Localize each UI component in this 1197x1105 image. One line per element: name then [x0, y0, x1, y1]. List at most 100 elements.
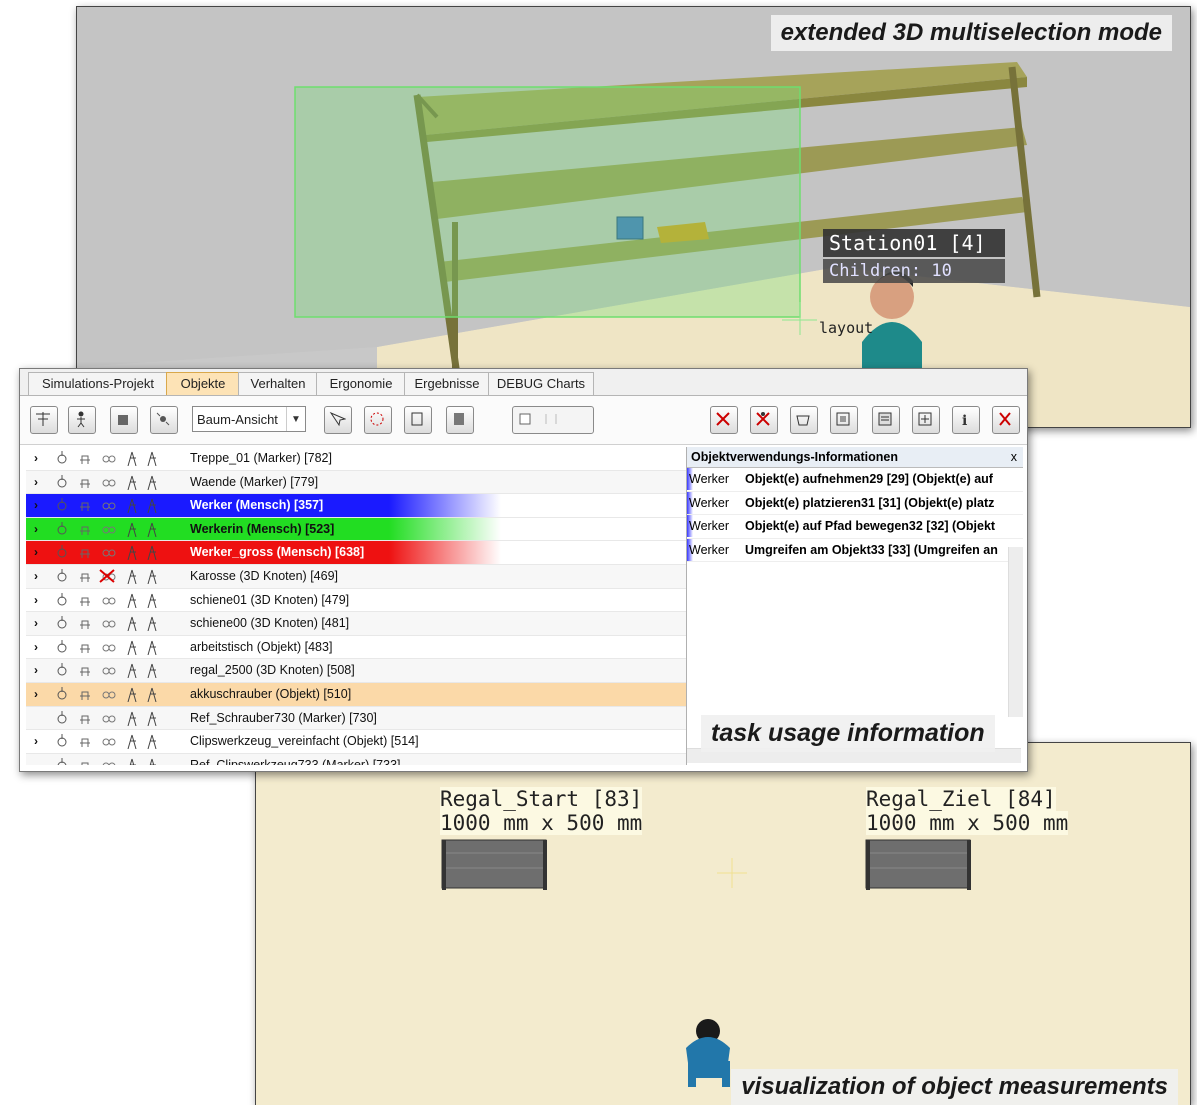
object-panel: Simulations-Projekt Objekte Verhalten Er…: [19, 368, 1028, 772]
add-node-button[interactable]: [150, 406, 178, 434]
expand-arrow-icon[interactable]: ›: [34, 447, 38, 469]
row-status-icons[interactable]: [54, 615, 184, 632]
svg-text:i: i: [962, 413, 967, 428]
task-usage-row[interactable]: Werker Objekt(e) auf Pfad bewegen32 [32] …: [687, 515, 1023, 539]
delete-cross-button[interactable]: [710, 406, 738, 434]
shelf-right-size: 1000 mm x 500 mm: [866, 811, 1069, 835]
document-button[interactable]: [404, 406, 432, 434]
layout-label: layout: [819, 319, 874, 337]
basket-button[interactable]: [790, 406, 818, 434]
row-status-icons[interactable]: [54, 568, 184, 584]
expand-arrow-icon[interactable]: ›: [34, 589, 38, 611]
viewport-3d[interactable]: Station01 [4] Children: 10 layout extend…: [76, 6, 1191, 428]
chevron-down-icon: ▼: [286, 407, 305, 431]
expand-arrow-icon[interactable]: ›: [34, 730, 38, 752]
object-tree[interactable]: › Treppe_01 (Marker) [782] › Waende (Marker…: [26, 447, 686, 765]
row-status-icons[interactable]: [54, 497, 184, 514]
task-usage-worker: Werker: [689, 542, 730, 557]
expand-arrow-icon[interactable]: ›: [34, 612, 38, 634]
row-status-icons[interactable]: [54, 521, 184, 537]
tab-ergonomie[interactable]: Ergonomie: [316, 372, 406, 395]
worker-2d: [686, 1019, 730, 1087]
tree-row[interactable]: › Karosse (3D Knoten) [469]: [26, 564, 686, 589]
expand-arrow-icon[interactable]: ›: [34, 541, 38, 563]
row-status-icons[interactable]: [54, 474, 184, 490]
caption-measurements: visualization of object measurements: [731, 1069, 1178, 1105]
row-status-icons[interactable]: [54, 544, 184, 561]
row-status-icons[interactable]: [54, 639, 184, 655]
row-status-icons[interactable]: [54, 592, 184, 608]
expand-arrow-icon[interactable]: ›: [34, 659, 38, 681]
filter-toggle[interactable]: [512, 406, 594, 434]
tree-row[interactable]: › akkuschrauber (Objekt) [510]: [26, 682, 686, 707]
container-button[interactable]: [446, 406, 474, 434]
task-usage-row[interactable]: Werker Objekt(e) aufnehmen29 [29] (Objekt…: [687, 468, 1023, 492]
tab-verhalten[interactable]: Verhalten: [238, 372, 318, 395]
tree-row[interactable]: Ref_Schrauber730 (Marker) [730]: [26, 706, 686, 731]
toolbar: Baum-Ansicht ▼ i: [20, 396, 1027, 445]
remove-human-button[interactable]: [750, 406, 778, 434]
row-status-icons[interactable]: [54, 733, 184, 750]
clear-button[interactable]: [992, 406, 1020, 434]
tab-debug-charts[interactable]: DEBUG Charts: [488, 372, 594, 395]
scene-3d: [77, 7, 1190, 427]
select-add-button[interactable]: [324, 406, 352, 434]
station-label: Station01 [4]: [823, 229, 1005, 257]
tab-simulations-projekt[interactable]: Simulations-Projekt: [28, 372, 168, 395]
task-usage-row[interactable]: Werker Umgreifen am Objekt33 [33] (Umgrei…: [687, 538, 1023, 563]
frame-button[interactable]: [830, 406, 858, 434]
tree-row-label: schiene01 (3D Knoten) [479]: [190, 592, 350, 607]
tab-bar: Simulations-Projekt Objekte Verhalten Er…: [20, 369, 1027, 396]
tree-row[interactable]: › schiene01 (3D Knoten) [479]: [26, 588, 686, 613]
view-mode-select[interactable]: Baum-Ansicht ▼: [192, 406, 306, 432]
viewport-2d[interactable]: Regal_Start [83] 1000 mm x 500 mm Regal_…: [255, 742, 1191, 1105]
info-button[interactable]: i: [952, 406, 980, 434]
shelf-left-2d: [441, 839, 547, 890]
row-status-icons[interactable]: [54, 662, 184, 679]
tree-row[interactable]: › schiene00 (3D Knoten) [481]: [26, 612, 686, 636]
tree-row[interactable]: › Treppe_01 (Marker) [782]: [26, 447, 686, 471]
tree-row[interactable]: › regal_2500 (3D Knoten) [508]: [26, 659, 686, 683]
tree-row-label: Ref_Clipswerkzeug733 (Marker) [733]: [190, 757, 401, 765]
tree-row-label: Werker (Mensch) [357]: [190, 498, 324, 513]
tree-row[interactable]: › Werker_gross (Mensch) [638]: [26, 541, 686, 565]
expand-arrow-icon[interactable]: ›: [34, 565, 38, 587]
tree-row[interactable]: › Werker (Mensch) [357]: [26, 494, 686, 518]
tree-row[interactable]: › Waende (Marker) [779]: [26, 470, 686, 495]
add-marker-button[interactable]: [30, 406, 58, 434]
row-status-icons[interactable]: [54, 450, 184, 466]
caption-task-usage: task usage information: [701, 715, 995, 752]
tree-row-label: regal_2500 (3D Knoten) [508]: [190, 663, 355, 678]
tree-row-label: Treppe_01 (Marker) [782]: [190, 451, 332, 465]
expand-arrow-icon[interactable]: ›: [34, 636, 38, 658]
expand-arrow-icon[interactable]: ›: [34, 471, 38, 493]
task-usage-row[interactable]: Werker Objekt(e) platzieren31 [31] (Objek…: [687, 491, 1023, 516]
tree-row-label: Waende (Marker) [779]: [190, 474, 319, 489]
shelf-right-2d: [865, 839, 971, 890]
close-icon[interactable]: x: [1011, 447, 1017, 467]
row-status-icons[interactable]: [54, 710, 184, 726]
vertical-scrollbar[interactable]: [1008, 547, 1023, 717]
tree-row-label: Karosse (3D Knoten) [469]: [190, 568, 338, 583]
task-usage-pane: Objektverwendungs-Informationen x Werker…: [686, 447, 1023, 765]
tree-row-label: schiene00 (3D Knoten) [481]: [190, 616, 350, 631]
row-status-icons[interactable]: [54, 686, 184, 702]
expand-button[interactable]: [912, 406, 940, 434]
tree-row[interactable]: › arbeitstisch (Objekt) [483]: [26, 635, 686, 660]
task-usage-task: Objekt(e) auf Pfad bewegen32 [32] (Objek…: [745, 519, 996, 534]
expand-arrow-icon[interactable]: ›: [34, 683, 38, 705]
circle-select-button[interactable]: [364, 406, 392, 434]
tree-row[interactable]: › Clipswerkzeug_vereinfacht (Objekt) [514…: [26, 730, 686, 754]
tree-row[interactable]: Ref_Clipswerkzeug733 (Marker) [733]: [26, 753, 686, 765]
expand-arrow-icon[interactable]: ›: [34, 518, 38, 540]
tab-objekte[interactable]: Objekte: [166, 372, 240, 395]
tree-row-label: Clipswerkzeug_vereinfacht (Objekt) [514]: [190, 734, 419, 749]
tab-ergebnisse[interactable]: Ergebnisse: [404, 372, 490, 395]
tree-row[interactable]: › Werkerin (Mensch) [523]: [26, 517, 686, 542]
add-object-button[interactable]: [110, 406, 138, 434]
add-human-button[interactable]: [68, 406, 96, 434]
row-status-icons[interactable]: [54, 757, 184, 765]
selection-box: [294, 86, 801, 318]
dae-export-button[interactable]: [872, 406, 900, 434]
expand-arrow-icon[interactable]: ›: [34, 494, 38, 516]
